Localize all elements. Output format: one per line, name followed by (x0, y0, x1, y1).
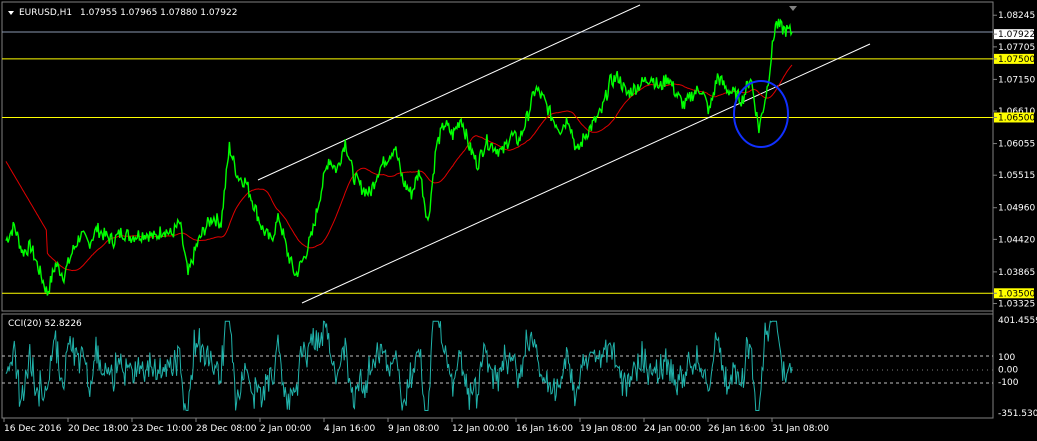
time-tick-label: 28 Dec 08:00 (196, 424, 257, 434)
price-tick-label: 1.03865 (998, 268, 1035, 278)
cci-tick-label: -100 (998, 378, 1019, 388)
time-tick-label: 31 Jan 08:00 (772, 424, 829, 434)
price-axis: 1.082451.079221.077051.075001.071501.066… (993, 11, 1035, 310)
time-tick-label: 24 Jan 00:00 (644, 424, 701, 434)
cci-tick-label: 0.00 (998, 366, 1018, 376)
time-tick-label: 2 Jan 00:00 (260, 424, 312, 434)
time-tick-label: 23 Dec 10:00 (132, 424, 193, 434)
main-chart-frame (1, 1, 994, 312)
cci-tick-label: 100 (998, 353, 1015, 363)
cci-axis: 401.4559 100 0.00 -100 -351.5301 (998, 316, 1037, 419)
price-tick-label: 1.03500 (998, 289, 1035, 299)
time-tick-label: 9 Jan 08:00 (388, 424, 440, 434)
price-tick-label: 1.03325 (998, 300, 1035, 310)
time-tick-label: 19 Jan 08:00 (580, 424, 637, 434)
price-tick-label: 1.07500 (998, 55, 1035, 65)
time-tick-label: 20 Dec 18:00 (68, 424, 129, 434)
time-axis: 16 Dec 2016 20 Dec 18:00 23 Dec 10:00 28 De… (3, 418, 829, 434)
cci-tick-label: 401.4559 (998, 316, 1037, 326)
price-tick-label: 1.05515 (998, 171, 1035, 181)
time-tick-label: 16 Dec 2016 (4, 424, 62, 434)
price-tick-label: 1.04960 (998, 204, 1035, 214)
time-tick-label: 4 Jan 16:00 (324, 424, 376, 434)
price-tick-label: 1.07150 (998, 75, 1035, 85)
price-tick-label: 1.04420 (998, 235, 1035, 245)
price-tick-label: 1.06055 (998, 140, 1035, 150)
cci-label: CCI(20) 52.8226 (8, 319, 82, 329)
time-tick-label: 12 Jan 00:00 (452, 424, 509, 434)
time-tick-label: 26 Jan 16:00 (708, 424, 765, 434)
price-tick-label: 1.08245 (998, 11, 1035, 21)
price-tick-label: 1.06500 (998, 113, 1035, 123)
chart-window[interactable]: EURUSD,H1 1.07955 1.07965 1.07880 1.0792… (0, 0, 1037, 441)
cci-tick-label: -351.5301 (998, 409, 1037, 419)
price-tick-label: 1.07705 (998, 43, 1035, 53)
ohlc-values: 1.07955 1.07965 1.07880 1.07922 (80, 8, 237, 18)
price-tick-label: 1.07922 (998, 30, 1035, 40)
time-tick-label: 16 Jan 16:00 (516, 424, 573, 434)
symbol-label: EURUSD,H1 (19, 8, 72, 18)
